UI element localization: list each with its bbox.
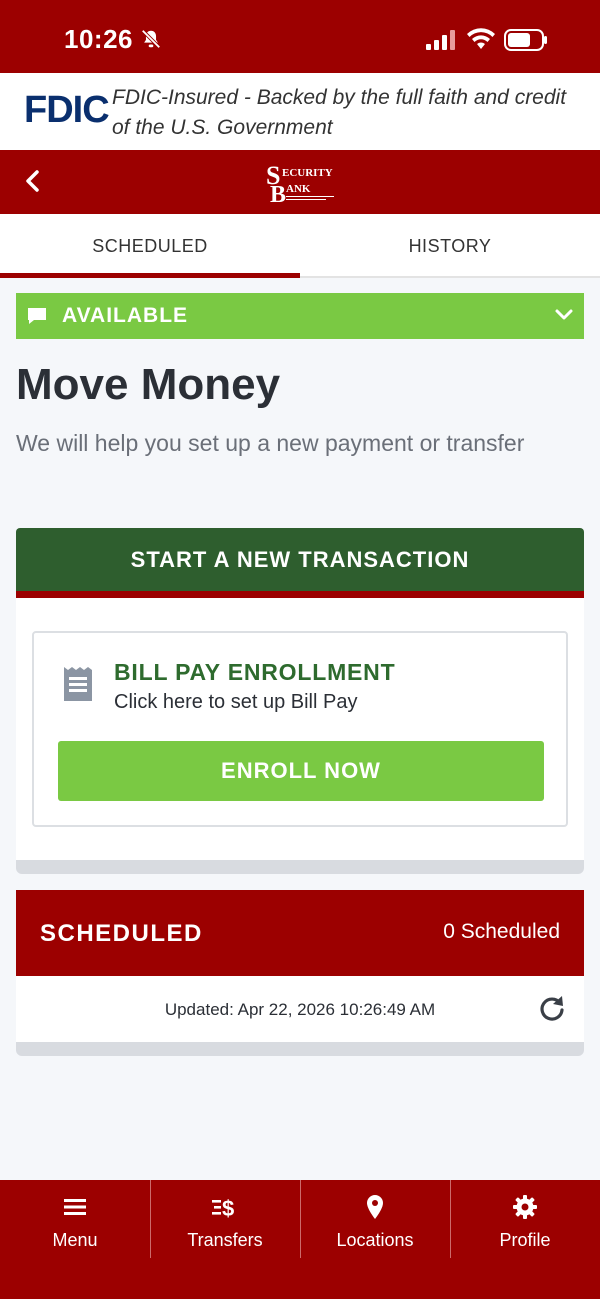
- svg-text:B: B: [270, 182, 286, 206]
- status-bar: 10:26: [0, 0, 600, 73]
- bell-off-icon: [141, 29, 161, 49]
- nav-transfers-label: Transfers: [187, 1230, 263, 1250]
- chat-bubble-icon: [28, 308, 46, 324]
- wifi-icon: [467, 28, 495, 49]
- nav-profile[interactable]: Profile: [450, 1180, 600, 1258]
- menu-icon: [64, 1199, 86, 1215]
- start-new-transaction-button[interactable]: START A NEW TRANSACTION: [16, 528, 584, 591]
- bill-pay-subtitle: Click here to set up Bill Pay: [114, 691, 358, 713]
- enroll-now-button[interactable]: ENROLL NOW: [58, 741, 544, 801]
- nav-menu[interactable]: Menu: [0, 1180, 150, 1258]
- nav-profile-label: Profile: [499, 1230, 551, 1250]
- bill-pay-card[interactable]: BILL PAY ENROLLMENT Click here to set up…: [32, 631, 568, 827]
- security-bank-logo: S ECURITY B ANK: [266, 161, 334, 206]
- tab-bar: SCHEDULED HISTORY: [0, 214, 600, 278]
- location-pin-icon: [367, 1195, 383, 1219]
- nav-transfers[interactable]: $ Transfers: [150, 1180, 300, 1258]
- svg-text:$: $: [222, 1196, 234, 1220]
- chevron-down-icon: [555, 309, 573, 320]
- nav-locations-label: Locations: [336, 1230, 414, 1250]
- updated-timestamp: Updated: Apr 22, 2026 10:26:49 AM: [164, 1000, 436, 1019]
- svg-text:ECURITY: ECURITY: [282, 167, 333, 179]
- fdic-banner: FDIC FDIC-Insured - Backed by the full f…: [0, 73, 600, 150]
- updated-row: Updated: Apr 22, 2026 10:26:49 AM: [16, 976, 584, 1056]
- availability-label: AVAILABLE: [62, 304, 189, 327]
- gear-icon: [513, 1195, 537, 1219]
- scheduled-count: 0 Scheduled: [443, 920, 560, 943]
- svg-text:ANK: ANK: [286, 183, 311, 195]
- transfers-icon: $: [212, 1196, 234, 1220]
- nav-locations[interactable]: Locations: [300, 1180, 450, 1258]
- fdic-logo: FDIC: [24, 89, 110, 131]
- refresh-icon[interactable]: [538, 994, 566, 1022]
- divider: [16, 591, 584, 598]
- bottom-nav: Menu $ Transfers Locations Profile: [0, 1180, 600, 1299]
- back-chevron-icon[interactable]: [20, 166, 46, 196]
- scheduled-title: SCHEDULED: [40, 920, 203, 947]
- fdic-tagline: FDIC-Insured - Backed by the full faith …: [112, 86, 567, 139]
- document-icon: [64, 667, 92, 701]
- tab-history[interactable]: HISTORY: [300, 214, 600, 278]
- signal-icon: [426, 30, 455, 50]
- scheduled-header: SCHEDULED 0 Scheduled: [16, 890, 584, 976]
- battery-icon: [504, 29, 547, 51]
- app-header: S ECURITY B ANK: [0, 150, 600, 214]
- bill-pay-section: BILL PAY ENROLLMENT Click here to set up…: [16, 598, 584, 874]
- status-time: 10:26: [64, 24, 133, 54]
- active-tab-indicator: [0, 273, 300, 278]
- nav-menu-label: Menu: [52, 1230, 98, 1250]
- page-subtitle: We will help you set up a new payment or…: [16, 430, 525, 456]
- page-title: Move Money: [16, 360, 281, 409]
- tab-scheduled[interactable]: SCHEDULED: [0, 214, 300, 278]
- availability-banner[interactable]: AVAILABLE: [16, 293, 584, 339]
- bill-pay-title: BILL PAY ENROLLMENT: [114, 659, 396, 685]
